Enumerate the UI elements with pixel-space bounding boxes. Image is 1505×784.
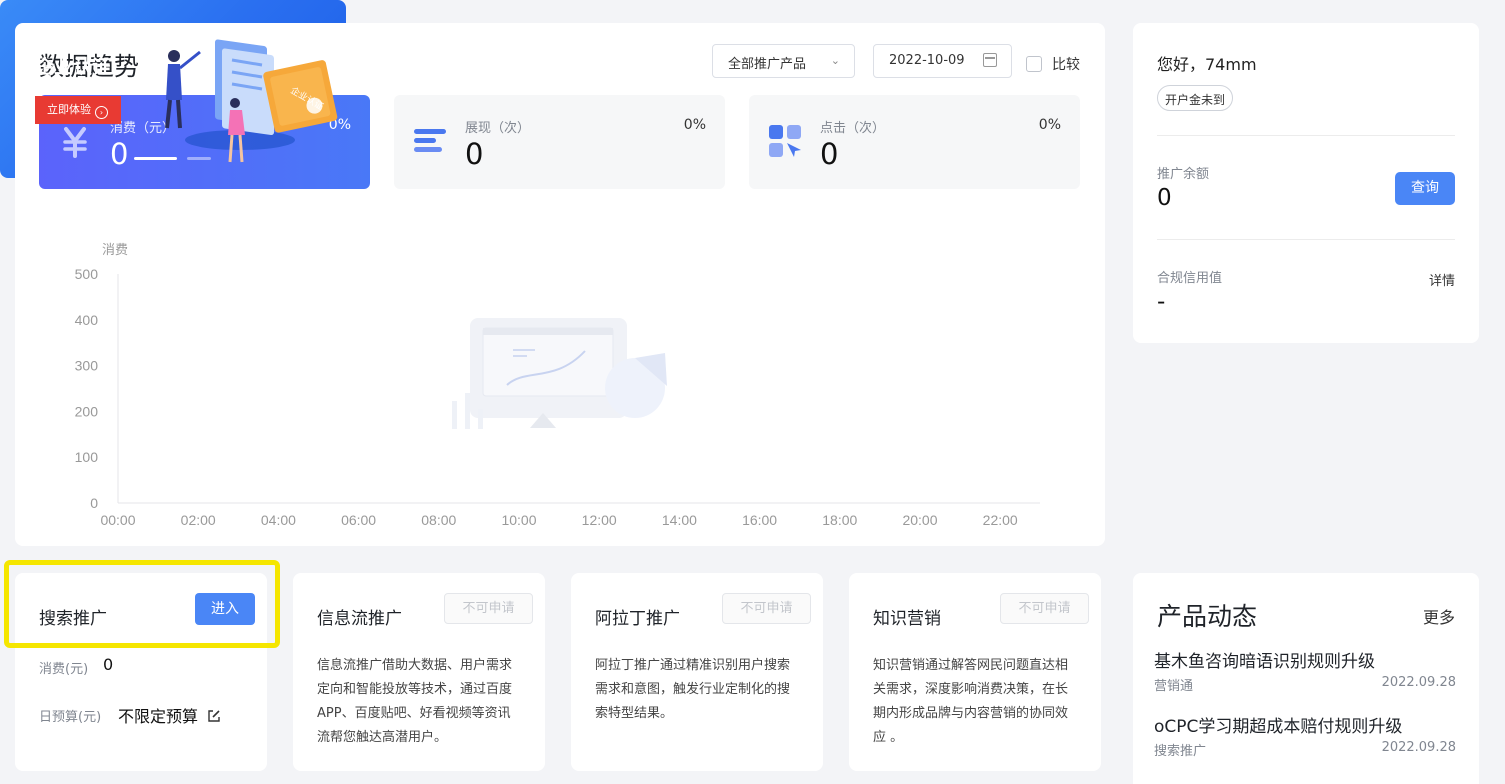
y-tick-label: 0: [90, 495, 98, 511]
y-tick-label: 200: [75, 403, 99, 419]
balance-value: 0: [1157, 185, 1172, 211]
product-news-card: 产品动态 更多 基木鱼咨询暗语识别规则升级 营销通 2022.09.28 oCP…: [1133, 573, 1479, 784]
metric-value: 0: [465, 137, 484, 171]
x-tick-label: 20:00: [902, 512, 937, 528]
metric-percent: 0%: [1038, 117, 1061, 133]
metric-value: 0: [820, 137, 839, 171]
metric-percent: 0%: [683, 117, 706, 133]
x-tick-label: 06:00: [341, 512, 376, 528]
carousel-dot[interactable]: [187, 157, 211, 160]
x-tick-label: 18:00: [822, 512, 857, 528]
list-item[interactable]: oCPC学习期超成本赔付规则升级 搜索推广 2022.09.28: [1154, 712, 1456, 759]
arrow-right-icon: ›: [95, 106, 108, 119]
x-tick-label: 02:00: [181, 512, 216, 528]
product-title: 信息流推广: [317, 609, 402, 629]
metric-card-impressions[interactable]: 展现（次） 0 0%: [394, 95, 725, 189]
product-card-search: 搜索推广 进入 消费(元) 0 日预算(元) 不限定预算: [15, 573, 267, 771]
yuan-icon: [63, 127, 87, 158]
divider: [1157, 239, 1455, 240]
credit-label: 合规信用值: [1157, 271, 1223, 286]
news-item-title: 基木鱼咨询暗语识别规则升级: [1154, 652, 1375, 672]
banner-cta-button[interactable]: 立即体验 ›: [35, 96, 121, 124]
y-tick-label: 100: [75, 449, 99, 465]
account-card: 您好，74mm 开户金未到 推广余额 0 查询 合规信用值 - 详情: [1133, 23, 1479, 343]
product-description: 知识营销通过解答网民问题直达相关需求，深度影响消费决策，在长期内形成品牌与内容营…: [873, 658, 1069, 745]
y-tick-label: 500: [75, 266, 99, 282]
balance-label: 推广余额: [1157, 167, 1210, 182]
metric-label: 展现（次）: [465, 121, 531, 136]
x-tick-label: 14:00: [662, 512, 697, 528]
chevron-down-icon: ⌄: [830, 54, 840, 67]
news-item-title: oCPC学习期超成本赔付规则升级: [1154, 717, 1403, 737]
spend-label: 消费(元): [39, 662, 89, 677]
budget-value: 不限定预算: [118, 703, 221, 727]
metric-value: 0: [110, 137, 129, 171]
compare-checkbox[interactable]: [1026, 56, 1042, 72]
credit-value: -: [1157, 289, 1166, 315]
compare-label: 比较: [1052, 57, 1080, 73]
x-tick-label: 08:00: [421, 512, 456, 528]
spend-value: 0: [103, 655, 114, 674]
product-select-value: 全部推广产品: [728, 57, 807, 72]
compare-toggle[interactable]: 比较: [1026, 54, 1080, 74]
query-button[interactable]: 查询: [1395, 172, 1455, 205]
bars-icon: [414, 129, 446, 152]
carousel-dot-active[interactable]: [134, 157, 177, 160]
banner-cta-label: 立即体验: [47, 103, 91, 116]
list-item[interactable]: 基木鱼咨询暗语识别规则升级 营销通 2022.09.28: [1154, 647, 1456, 694]
product-description: 信息流推广借助大数据、用户需求定向和智能投放等技术，通过百度APP、百度贴吧、好…: [317, 658, 513, 745]
product-select[interactable]: 全部推广产品 ⌄: [712, 44, 855, 78]
apply-button-disabled[interactable]: 不可申请: [722, 593, 811, 624]
y-axis-label: 消费: [102, 242, 128, 257]
y-tick-label: 300: [75, 358, 99, 374]
status-badge: 开户金未到: [1157, 85, 1234, 111]
spend-chart: 消费500 400 300 200 100 000:00 02:00 04:00 06:00 08…: [75, 242, 1040, 528]
date-value: 2022-10-09: [889, 53, 965, 68]
apply-button-disabled[interactable]: 不可申请: [444, 593, 533, 624]
metric-card-clicks[interactable]: 点击（次） 0 0%: [749, 95, 1080, 189]
y-tick-label: 400: [75, 312, 99, 328]
x-tick-label: 22:00: [983, 512, 1018, 528]
banner-title: 企业认证: [35, 56, 112, 78]
product-title: 阿拉丁推广: [595, 609, 680, 629]
news-item-source: 搜索推广: [1154, 744, 1207, 759]
divider: [1157, 135, 1455, 136]
more-link[interactable]: 更多: [1423, 604, 1455, 628]
x-tick-label: 16:00: [742, 512, 777, 528]
greeting: 您好，74mm: [1157, 55, 1257, 74]
product-description: 阿拉丁推广通过精准识别用户搜索需求和意图，触发行业定制化的搜索特型结果。: [595, 658, 791, 721]
x-tick-label: 00:00: [100, 512, 135, 528]
product-card-feed: 信息流推广 不可申请 信息流推广借助大数据、用户需求定向和智能投放等技术，通过百…: [293, 573, 545, 771]
budget-value-text: 不限定预算: [118, 707, 199, 726]
product-card-aladdin: 阿拉丁推广 不可申请 阿拉丁推广通过精准识别用户搜索需求和意图，触发行业定制化的…: [571, 573, 823, 771]
budget-label: 日预算(元): [39, 710, 102, 725]
news-item-date: 2022.09.28: [1381, 740, 1456, 755]
banner-illustration: 企业认证: [165, 39, 338, 163]
calendar-icon: [983, 53, 997, 67]
edit-icon[interactable]: [207, 709, 221, 723]
product-title: 搜索推广: [39, 609, 107, 629]
news-title: 产品动态: [1157, 602, 1258, 631]
apply-button-disabled[interactable]: 不可申请: [1000, 593, 1089, 624]
click-icon: [769, 125, 801, 157]
product-title: 知识营销: [873, 609, 941, 629]
metric-label: 点击（次）: [820, 121, 886, 136]
empty-chart-illustration: [452, 318, 667, 429]
news-item-date: 2022.09.28: [1381, 675, 1456, 690]
news-item-source: 营销通: [1154, 679, 1194, 694]
detail-link[interactable]: 详情: [1429, 270, 1455, 289]
enter-button[interactable]: 进入: [195, 593, 255, 625]
x-tick-label: 10:00: [501, 512, 536, 528]
x-tick-label: 12:00: [582, 512, 617, 528]
date-picker[interactable]: 2022-10-09: [873, 44, 1012, 78]
product-card-knowledge: 知识营销 不可申请 知识营销通过解答网民问题直达相关需求，深度影响消费决策，在长…: [849, 573, 1101, 771]
x-tick-label: 04:00: [261, 512, 296, 528]
